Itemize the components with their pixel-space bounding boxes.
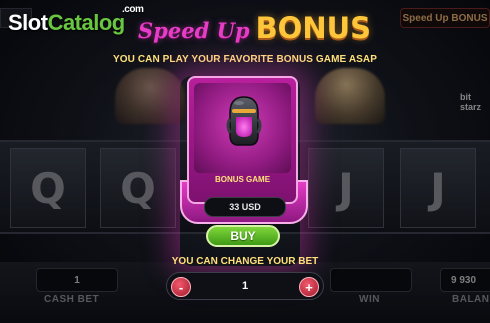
change-bet-label: YOU CAN CHANGE YOUR BET [171, 256, 319, 267]
buy-button[interactable]: BUY [206, 225, 280, 247]
bonus-price: 33 USD [204, 197, 286, 217]
popup-subtitle: YOU CAN PLAY YOUR FAVORITE BONUS GAME AS… [112, 54, 378, 65]
popup-title: Speed Up BONUS [138, 11, 371, 45]
game-stage: Speed Up BONUS bit starz Q Q J J 1 CASH … [0, 0, 490, 323]
bet-value: 1 [241, 280, 249, 292]
decrease-bet-button[interactable]: - [171, 277, 191, 297]
card-artwork [194, 83, 291, 173]
title-speed-up: Speed Up [138, 18, 250, 43]
slotcatalog-logo: SlotCatalog .com [8, 4, 144, 35]
boxing-helmet-icon [226, 96, 262, 146]
bonus-game-card[interactable]: BONUS GAME [187, 76, 298, 204]
bet-stepper: - 1 + [166, 272, 324, 300]
increase-bet-button[interactable]: + [299, 277, 319, 297]
title-bonus: BONUS [255, 11, 372, 45]
card-label: BONUS GAME [214, 175, 271, 184]
